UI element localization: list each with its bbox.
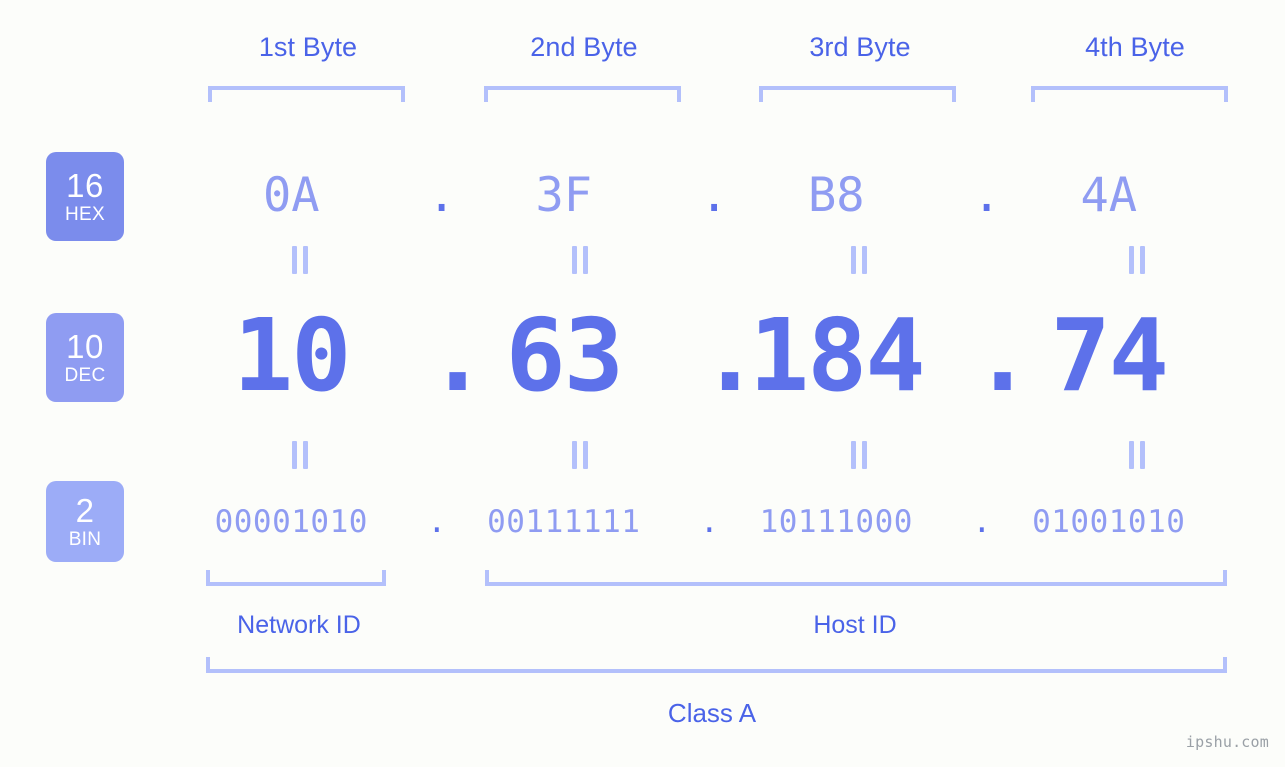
class-bracket (206, 657, 1227, 673)
byte-bracket-3 (759, 86, 956, 102)
byte-label-3: 3rd Byte (809, 32, 911, 62)
equals-mark-hex-dec-4 (1126, 246, 1148, 274)
equals-mark-hex-dec-1 (289, 246, 311, 274)
hex-value-row: 0A . 3F . B8 . 4A (155, 155, 1245, 235)
bin-octet-1: 00001010 (214, 504, 368, 540)
host-id-bracket (485, 570, 1227, 586)
radix-badge-bin: 2 BIN (46, 481, 124, 562)
bin-octet-2: 00111111 (487, 504, 641, 540)
byte-bracket-4 (1031, 86, 1228, 102)
equals-mark-hex-dec-3 (848, 246, 870, 274)
byte-bracket-1 (208, 86, 405, 102)
byte-bracket-2 (484, 86, 681, 102)
byte-label-2: 2nd Byte (530, 32, 638, 62)
hex-octet-4: 4A (1080, 167, 1138, 223)
radix-badge-dec-name: DEC (64, 365, 106, 386)
class-label: Class A (667, 698, 757, 728)
host-id-label: Host ID (813, 611, 897, 639)
dec-value-row: 10 . 63 . 184 . 74 (155, 295, 1245, 415)
equals-mark-dec-bin-2 (569, 441, 591, 469)
site-watermark: ipshu.com (1185, 733, 1269, 751)
equals-mark-dec-bin-1 (289, 441, 311, 469)
bin-octet-4: 01001010 (1032, 504, 1186, 540)
hex-octet-2: 3F (535, 167, 593, 223)
bin-octet-3: 10111000 (759, 504, 913, 540)
radix-badge-hex-name: HEX (65, 204, 105, 225)
radix-badge-hex-number: 16 (66, 167, 104, 204)
network-id-label: Network ID (237, 611, 361, 639)
byte-label-1: 1st Byte (258, 32, 358, 62)
radix-badge-dec-number: 10 (66, 328, 104, 365)
equals-mark-dec-bin-4 (1126, 441, 1148, 469)
dec-octet-1: 10 (233, 296, 351, 414)
network-id-bracket (206, 570, 386, 586)
equals-mark-dec-bin-3 (848, 441, 870, 469)
radix-badge-bin-number: 2 (75, 492, 95, 529)
hex-octet-3: B8 (807, 167, 865, 223)
ip-breakdown-diagram: 1st Byte 2nd Byte 3rd Byte 4th Byte 16 H… (0, 0, 1285, 767)
radix-badge-dec: 10 DEC (46, 313, 124, 402)
hex-octet-1: 0A (262, 167, 320, 223)
radix-badge-hex: 16 HEX (46, 152, 124, 241)
equals-mark-hex-dec-2 (569, 246, 591, 274)
byte-label-4: 4th Byte (1085, 32, 1185, 62)
radix-badge-bin-name: BIN (68, 529, 102, 550)
bin-value-row: 00001010 . 00111111 . 10111000 . 0100101… (155, 492, 1245, 552)
